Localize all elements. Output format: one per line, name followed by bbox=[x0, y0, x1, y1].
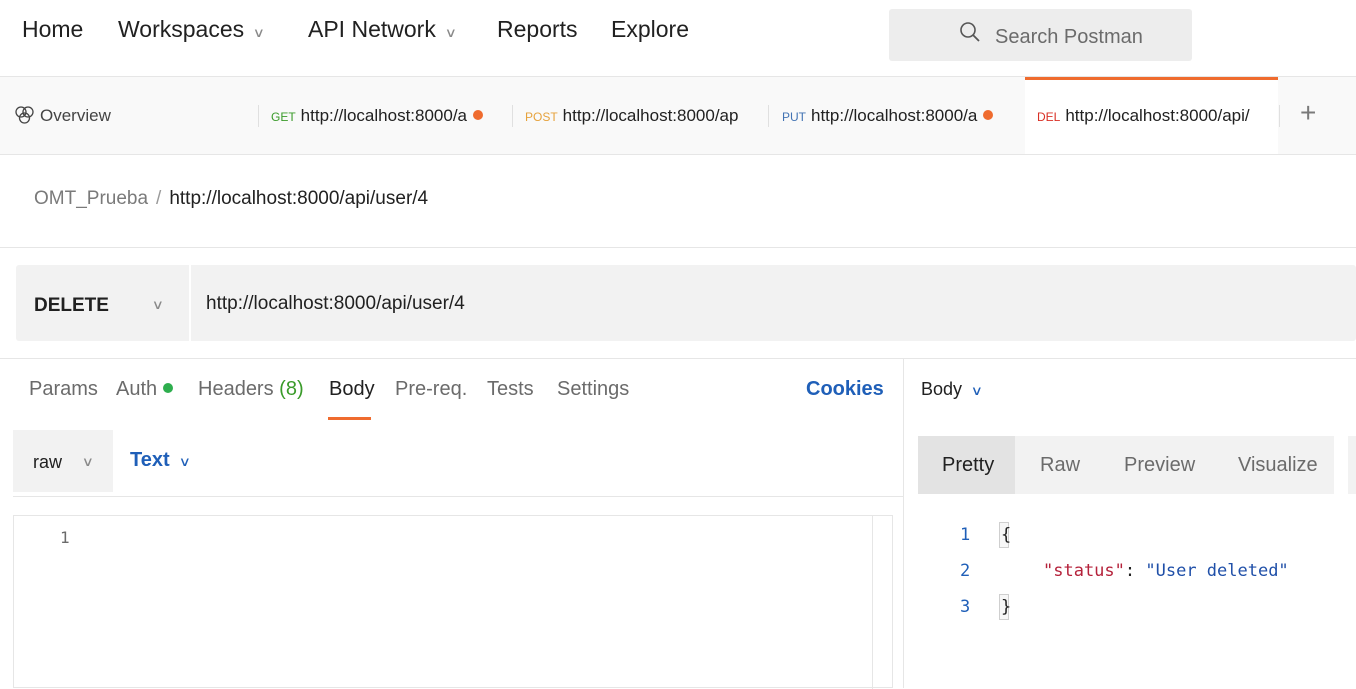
tab-overview[interactable]: Overview bbox=[0, 77, 250, 154]
search-icon bbox=[960, 22, 980, 42]
chevron-down-icon: ∨ bbox=[252, 25, 266, 40]
cookies-link[interactable]: Cookies bbox=[806, 378, 884, 401]
response-view-tabs: Pretty Raw Preview Visualize bbox=[918, 436, 1334, 494]
chevron-down-icon: ∨ bbox=[81, 454, 94, 469]
nav-workspaces[interactable]: Workspaces ∨ bbox=[118, 16, 266, 43]
chevron-down-icon: ∨ bbox=[444, 25, 457, 40]
tab-params[interactable]: Params bbox=[29, 378, 98, 401]
json-key: "status" bbox=[1043, 561, 1125, 581]
breadcrumb: OMT_Prueba / http://localhost:8000/api/use… bbox=[34, 188, 428, 210]
overview-icon bbox=[15, 106, 34, 124]
divider bbox=[0, 247, 1356, 248]
tab-pretty[interactable]: Pretty bbox=[918, 436, 1015, 494]
response-section-label: Body bbox=[921, 379, 963, 399]
tab-method: PUT bbox=[782, 110, 806, 124]
active-tab-indicator bbox=[328, 417, 371, 420]
line-number: 3 bbox=[960, 597, 971, 617]
tab-headers[interactable]: Headers (8) bbox=[198, 378, 304, 401]
tab-divider bbox=[768, 105, 769, 127]
toolbar-edge bbox=[1348, 436, 1356, 494]
json-line: "status": "User deleted" bbox=[1043, 561, 1289, 581]
tab-raw[interactable]: Raw bbox=[1040, 454, 1080, 477]
json-value: "User deleted" bbox=[1145, 561, 1289, 581]
method-select[interactable]: DELETE ∨ bbox=[16, 265, 189, 341]
nav-home[interactable]: Home bbox=[22, 16, 83, 43]
chevron-down-icon: ∨ bbox=[151, 297, 164, 312]
tab-overview-label: Overview bbox=[40, 106, 111, 125]
tab-request[interactable]: POST http://localhost:8000/ap bbox=[513, 77, 765, 154]
url-input[interactable]: http://localhost:8000/api/user/4 bbox=[206, 293, 465, 315]
body-format-label: Text bbox=[130, 449, 170, 471]
status-dot bbox=[163, 383, 174, 393]
breadcrumb-separator: / bbox=[156, 188, 162, 209]
chevron-down-icon: ∨ bbox=[970, 383, 983, 398]
tab-request[interactable]: GET http://localhost:8000/a bbox=[259, 77, 509, 154]
tab-method: DEL bbox=[1037, 110, 1061, 124]
line-number: 1 bbox=[60, 528, 70, 547]
line-number: 2 bbox=[960, 561, 971, 581]
tab-auth[interactable]: Auth bbox=[116, 378, 174, 401]
headers-count: (8) bbox=[279, 378, 304, 400]
tab-method: POST bbox=[525, 110, 558, 124]
unsaved-dot bbox=[983, 110, 994, 120]
breadcrumb-request[interactable]: http://localhost:8000/api/user/4 bbox=[169, 188, 428, 209]
request-bar: DELETE ∨ http://localhost:8000/api/user/… bbox=[16, 265, 1356, 341]
body-format-select[interactable]: Text ∨ bbox=[130, 449, 191, 472]
body-mode-select[interactable]: raw ∨ bbox=[13, 430, 113, 492]
json-close-brace: } bbox=[1001, 597, 1012, 617]
method-label: DELETE bbox=[34, 295, 109, 316]
tab-settings[interactable]: Settings bbox=[557, 378, 629, 401]
body-mode-label: raw bbox=[33, 452, 63, 472]
tab-visualize[interactable]: Visualize bbox=[1238, 454, 1318, 477]
divider bbox=[189, 265, 191, 341]
tab-url: http://localhost:8000/api/ bbox=[1065, 106, 1250, 125]
tab-headers-label: Headers bbox=[198, 378, 274, 400]
nav-workspaces-label: Workspaces bbox=[118, 16, 245, 42]
tab-method: GET bbox=[271, 110, 296, 124]
tab-pretty-label: Pretty bbox=[942, 454, 995, 476]
tab-request-active[interactable]: DEL http://localhost:8000/api/ bbox=[1025, 77, 1278, 154]
tab-tests[interactable]: Tests bbox=[487, 378, 534, 401]
json-colon: : bbox=[1124, 561, 1146, 581]
tab-request[interactable]: PUT http://localhost:8000/a bbox=[770, 77, 1022, 154]
nav-api-network[interactable]: API Network ∨ bbox=[308, 16, 457, 43]
search-placeholder: Search Postman bbox=[995, 26, 1143, 48]
tab-url: http://localhost:8000/a bbox=[300, 106, 468, 125]
breadcrumb-collection[interactable]: OMT_Prueba bbox=[34, 188, 148, 209]
line-number: 1 bbox=[960, 525, 971, 545]
tab-prereq[interactable]: Pre-req. bbox=[395, 378, 467, 401]
pane-splitter[interactable] bbox=[903, 359, 904, 688]
nav-reports[interactable]: Reports bbox=[497, 16, 578, 43]
nav-api-network-label: API Network bbox=[308, 16, 436, 42]
plus-icon[interactable]: + bbox=[1300, 97, 1316, 129]
editor-scrollbar[interactable] bbox=[872, 516, 873, 689]
divider bbox=[13, 496, 903, 497]
tab-url: http://localhost:8000/ap bbox=[562, 106, 739, 125]
divider bbox=[0, 358, 1356, 359]
response-section-select[interactable]: Body ∨ bbox=[921, 379, 983, 400]
tab-url: http://localhost:8000/a bbox=[811, 106, 978, 125]
tabs-bar: Overview GET http://localhost:8000/a POST… bbox=[0, 77, 1356, 155]
nav-explore[interactable]: Explore bbox=[611, 16, 689, 43]
top-nav: Home Workspaces ∨ API Network ∨ Reports Ex… bbox=[0, 0, 1356, 77]
tab-body[interactable]: Body bbox=[329, 378, 375, 401]
json-open-brace: { bbox=[1001, 525, 1012, 545]
search-input[interactable]: Search Postman bbox=[889, 9, 1192, 61]
tab-preview[interactable]: Preview bbox=[1124, 454, 1195, 477]
unsaved-dot bbox=[473, 110, 484, 120]
chevron-down-icon: ∨ bbox=[178, 454, 191, 469]
body-editor[interactable]: 1 bbox=[13, 515, 893, 689]
tab-divider bbox=[1279, 105, 1280, 127]
tab-auth-label: Auth bbox=[116, 378, 158, 400]
